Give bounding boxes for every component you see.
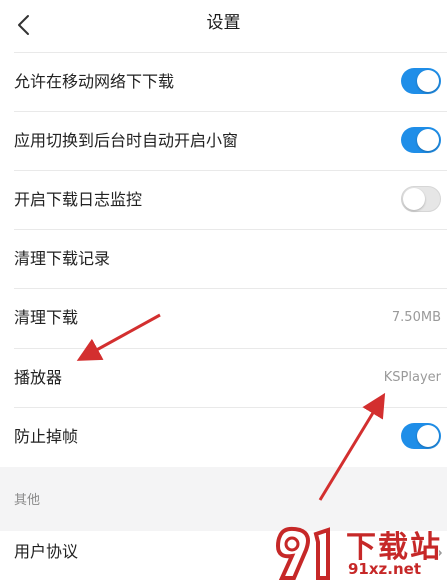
chevron-right-icon	[434, 546, 442, 560]
section-label: 其他	[14, 493, 41, 508]
setting-label: 允许在移动网络下下载	[14, 72, 175, 91]
cache-size-value: 7.50MB	[391, 310, 441, 325]
setting-row-download-log-monitor[interactable]: 开启下载日志监控	[0, 170, 447, 229]
row-divider	[14, 348, 447, 349]
toggle-knob	[417, 425, 439, 447]
setting-label: 防止掉帧	[14, 427, 79, 446]
top-bar: 设置	[0, 0, 447, 50]
setting-label: 清理下载	[14, 308, 79, 327]
toggle-knob	[403, 188, 425, 210]
setting-row-clear-download-history[interactable]: 清理下载记录	[0, 229, 447, 288]
allow-mobile-download-toggle[interactable]	[401, 68, 441, 94]
setting-label: 清理下载记录	[14, 249, 111, 268]
download-log-monitor-toggle[interactable]	[401, 186, 441, 212]
toggle-knob	[417, 129, 439, 151]
setting-label: 播放器	[14, 368, 63, 387]
auto-pip-toggle[interactable]	[401, 127, 441, 153]
settings-page: 设置 允许在移动网络下下载 应用切换到后台时自动开启小窗 开启下载日志监控 清理…	[0, 0, 447, 584]
setting-label: 用户协议	[14, 542, 79, 561]
setting-row-user-agreement[interactable]: 用户协议	[0, 531, 447, 584]
setting-row-player[interactable]: 播放器 KSPlayer	[0, 348, 447, 407]
setting-label: 开启下载日志监控	[14, 190, 143, 209]
section-header-other: 其他	[0, 467, 447, 531]
page-title: 设置	[206, 13, 241, 33]
prevent-frame-drop-toggle[interactable]	[401, 423, 441, 449]
setting-label: 应用切换到后台时自动开启小窗	[14, 131, 239, 150]
toggle-knob	[417, 70, 439, 92]
row-divider	[14, 288, 447, 289]
setting-row-prevent-frame-drop[interactable]: 防止掉帧	[0, 407, 447, 466]
setting-row-clear-downloads[interactable]: 清理下载 7.50MB	[0, 288, 447, 347]
setting-row-auto-pip[interactable]: 应用切换到后台时自动开启小窗	[0, 111, 447, 170]
setting-row-allow-mobile-download[interactable]: 允许在移动网络下下载	[0, 52, 447, 111]
row-divider	[14, 407, 447, 408]
player-value: KSPlayer	[383, 370, 441, 385]
